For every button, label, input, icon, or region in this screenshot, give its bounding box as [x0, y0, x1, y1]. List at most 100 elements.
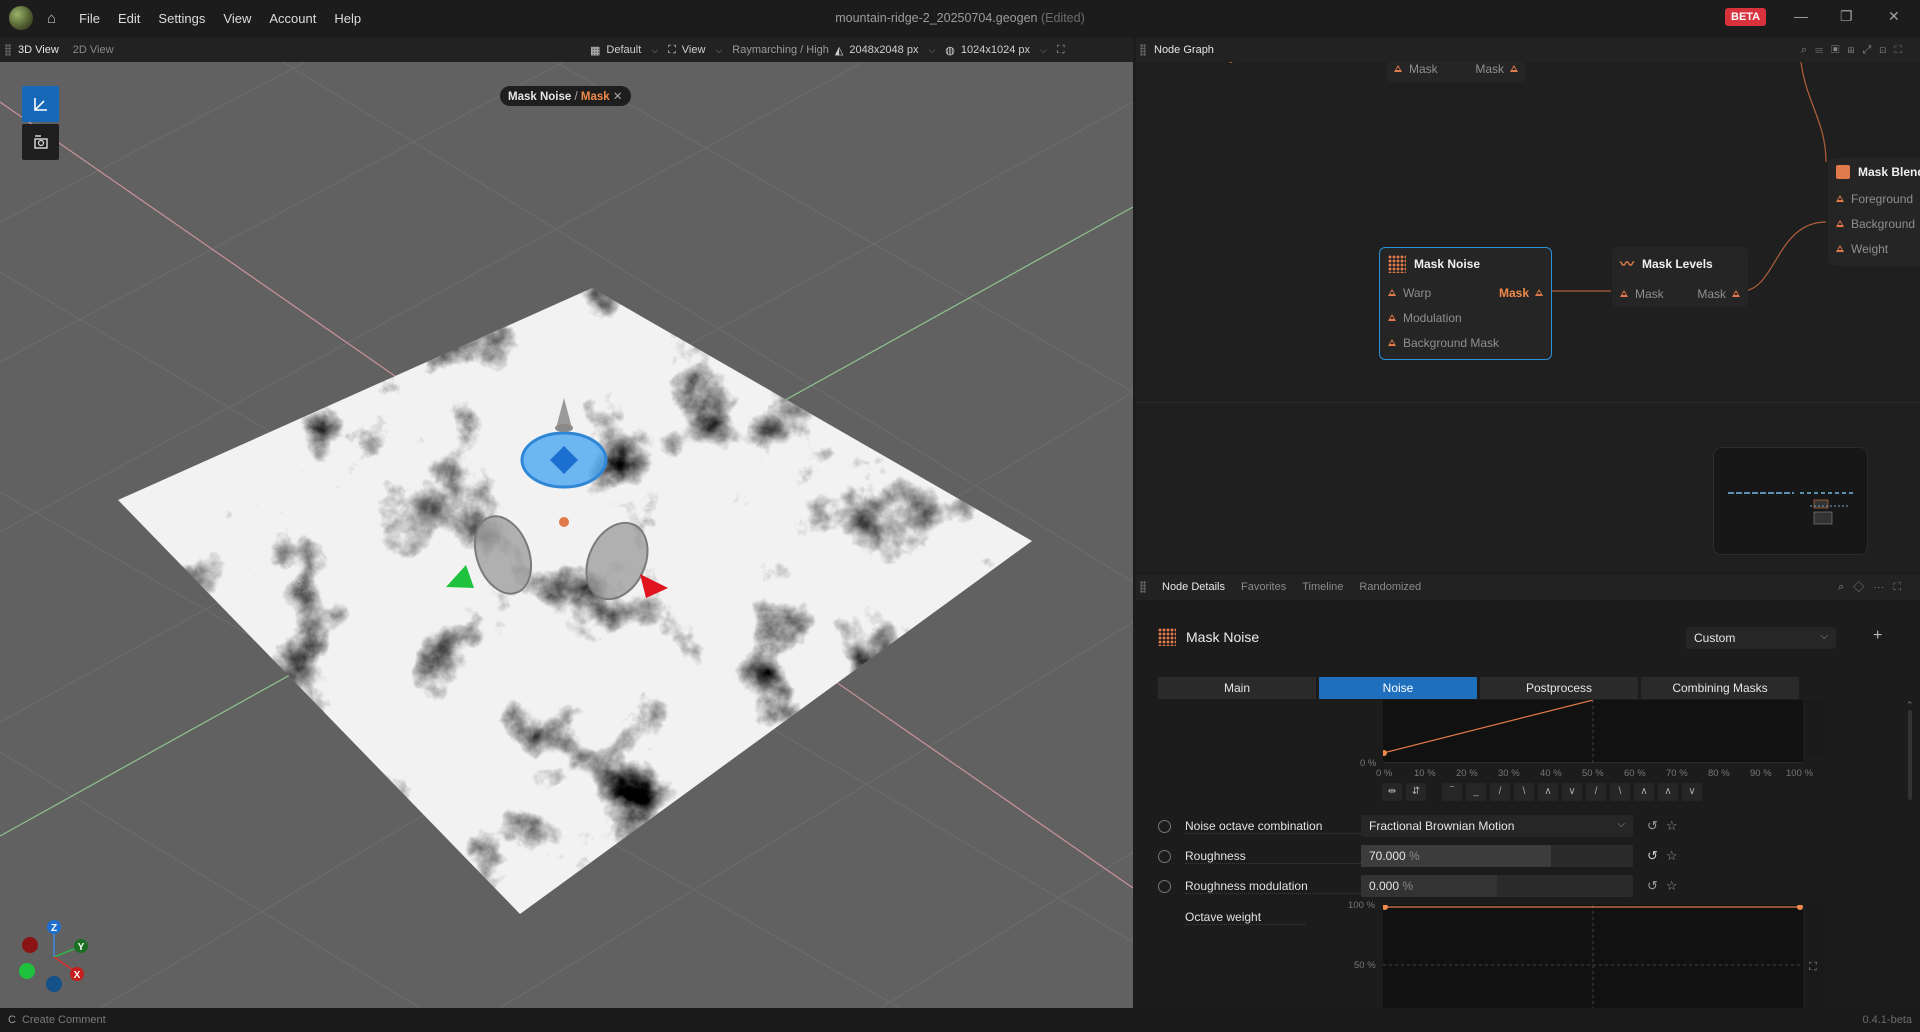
- curve-ease-up-icon[interactable]: /: [1586, 783, 1606, 801]
- tab-2d-view[interactable]: 2D View: [66, 44, 121, 56]
- reset-icon[interactable]: ↺: [1647, 818, 1658, 834]
- node-mask-blend[interactable]: Mask Blend Foreground Background Weight: [1828, 158, 1920, 266]
- input-port-icon[interactable]: [1836, 245, 1844, 252]
- chevron-up-icon[interactable]: ⌃: [1906, 700, 1914, 711]
- chevron-down-icon[interactable]: ⌵: [715, 45, 722, 56]
- panel-grip-icon[interactable]: [1140, 44, 1146, 56]
- menu-account[interactable]: Account: [260, 11, 325, 26]
- curve-valley-icon[interactable]: ∨: [1562, 783, 1582, 801]
- octave-combination-select[interactable]: Fractional Brownian Motion ⌵: [1361, 815, 1633, 837]
- preset-dropdown[interactable]: Custom ⌵: [1686, 627, 1836, 649]
- output-port-icon[interactable]: [1535, 289, 1543, 296]
- tab-randomized[interactable]: Randomized: [1351, 581, 1429, 593]
- node-mask-levels[interactable]: 〰 Mask Levels Mask Mask: [1612, 247, 1748, 307]
- curve-graph[interactable]: [1381, 699, 1803, 764]
- tab-timeline[interactable]: Timeline: [1294, 581, 1351, 593]
- viewport-scene: [0, 62, 1133, 1008]
- curve-sharp-peak-icon[interactable]: ∧: [1658, 783, 1678, 801]
- divider: [1136, 402, 1920, 403]
- tab-node-details[interactable]: Node Details: [1154, 581, 1233, 593]
- node-graph-minimap[interactable]: [1713, 447, 1868, 555]
- tab-main[interactable]: Main: [1158, 677, 1316, 699]
- menu-file[interactable]: File: [70, 11, 109, 26]
- output-port-icon[interactable]: [1732, 290, 1740, 297]
- menu-help[interactable]: Help: [325, 11, 370, 26]
- details-toolbar-icons[interactable]: ⌕◇⋯⛶: [1838, 581, 1910, 594]
- home-icon[interactable]: ⌂: [47, 10, 56, 27]
- curve-ease-down-icon[interactable]: \: [1610, 783, 1630, 801]
- chevron-down-icon[interactable]: ⌵: [1040, 45, 1047, 56]
- curve-peak-icon[interactable]: ∧: [1538, 783, 1558, 801]
- preview-resolution-select[interactable]: 1024x1024 px: [961, 44, 1030, 56]
- chevron-down-icon[interactable]: ⌵: [651, 45, 658, 56]
- curve-round-valley-icon[interactable]: ∨: [1682, 783, 1702, 801]
- node-partial-mask[interactable]: Mask Mask: [1386, 62, 1526, 82]
- favorite-radio[interactable]: [1158, 849, 1171, 863]
- breadcrumb-node[interactable]: Mask Noise: [508, 91, 571, 103]
- input-port-icon[interactable]: [1388, 289, 1396, 296]
- reset-icon[interactable]: ↺: [1647, 848, 1658, 864]
- menu-view[interactable]: View: [214, 11, 260, 26]
- input-port-icon[interactable]: [1388, 339, 1396, 346]
- title-bar: ⌂ File Edit Settings View Account Help: [0, 0, 1920, 36]
- menu-edit[interactable]: Edit: [109, 11, 149, 26]
- panel-grip-icon[interactable]: [1140, 581, 1146, 593]
- input-port-icon[interactable]: [1394, 65, 1402, 72]
- octave-weight-graph[interactable]: [1382, 904, 1803, 1008]
- roughness-modulation-slider[interactable]: 0.000 %: [1361, 875, 1633, 897]
- preset-select[interactable]: Default: [606, 44, 641, 56]
- menu-settings[interactable]: Settings: [149, 11, 214, 26]
- render-mode[interactable]: Raymarching / High: [732, 44, 829, 56]
- star-icon[interactable]: ☆: [1666, 818, 1678, 834]
- fullscreen-icon[interactable]: ⛶: [1057, 44, 1065, 57]
- input-port-icon[interactable]: [1620, 290, 1628, 297]
- expand-icon[interactable]: ⛶: [1809, 961, 1817, 974]
- star-icon[interactable]: ☆: [1666, 848, 1678, 864]
- close-icon[interactable]: ✕: [613, 91, 623, 103]
- select-value: Fractional Brownian Motion: [1369, 819, 1515, 833]
- scroll-track[interactable]: [1806, 700, 1824, 758]
- curve-flat-bottom-icon[interactable]: _: [1466, 783, 1486, 801]
- node-mask-noise[interactable]: Mask Noise Warp Mask Modulation Backgrou…: [1379, 247, 1552, 360]
- axis-orientation-gizmo[interactable]: Z Y X: [14, 917, 94, 997]
- axes-tool-icon[interactable]: [22, 86, 59, 122]
- resolution-select[interactable]: 2048x2048 px: [849, 44, 918, 56]
- output-port-icon[interactable]: [1510, 65, 1518, 72]
- details-scrollbar[interactable]: [1908, 710, 1912, 800]
- curve-round-peak-icon[interactable]: ∧: [1634, 783, 1654, 801]
- tab-favorites[interactable]: Favorites: [1233, 581, 1294, 593]
- menu-bar: File Edit Settings View Account Help: [70, 11, 370, 26]
- axis-y-label: Y: [78, 942, 85, 953]
- star-icon[interactable]: ☆: [1666, 878, 1678, 894]
- input-port-icon[interactable]: [1836, 195, 1844, 202]
- input-port-icon[interactable]: [1388, 314, 1396, 321]
- port-label: Foreground: [1851, 191, 1914, 206]
- input-port-icon[interactable]: [1836, 220, 1844, 227]
- mirror-v-icon[interactable]: ⇵: [1406, 783, 1426, 801]
- viewport-3d[interactable]: Mask Noise / Mask ✕ Z Y X: [0, 62, 1133, 1008]
- favorite-radio[interactable]: [1158, 879, 1171, 893]
- create-comment-hint[interactable]: Create Comment: [22, 1014, 106, 1026]
- add-preset-icon[interactable]: +: [1873, 627, 1882, 645]
- param-octave-combination: Noise octave combination Fractional Brow…: [1158, 815, 1918, 837]
- scroll-track[interactable]: ⛶: [1806, 905, 1824, 1008]
- mirror-h-icon[interactable]: ⇹: [1382, 783, 1402, 801]
- chevron-down-icon[interactable]: ⌵: [928, 45, 935, 56]
- view-select[interactable]: View: [682, 44, 706, 56]
- curve-flat-top-icon[interactable]: ‾: [1442, 783, 1462, 801]
- node-graph-toolbar-icons[interactable]: ⌕☰▣⊞⤢⊡⛶: [1801, 44, 1910, 57]
- minimize-icon[interactable]: —: [1794, 8, 1808, 24]
- roughness-slider[interactable]: 70.000 %: [1361, 845, 1633, 867]
- curve-linear-down-icon[interactable]: \: [1514, 783, 1534, 801]
- reset-icon[interactable]: ↺: [1647, 878, 1658, 894]
- camera-tool-icon[interactable]: [22, 124, 59, 160]
- breadcrumb-output[interactable]: Mask: [581, 91, 610, 103]
- tab-noise[interactable]: Noise: [1319, 677, 1477, 699]
- tab-combining-masks[interactable]: Combining Masks: [1641, 677, 1799, 699]
- tab-3d-view[interactable]: 3D View: [11, 44, 66, 56]
- close-icon[interactable]: ✕: [1888, 8, 1900, 25]
- maximize-icon[interactable]: ❐: [1840, 8, 1853, 25]
- tab-postprocess[interactable]: Postprocess: [1480, 677, 1638, 699]
- favorite-radio[interactable]: [1158, 819, 1171, 833]
- curve-linear-up-icon[interactable]: /: [1490, 783, 1510, 801]
